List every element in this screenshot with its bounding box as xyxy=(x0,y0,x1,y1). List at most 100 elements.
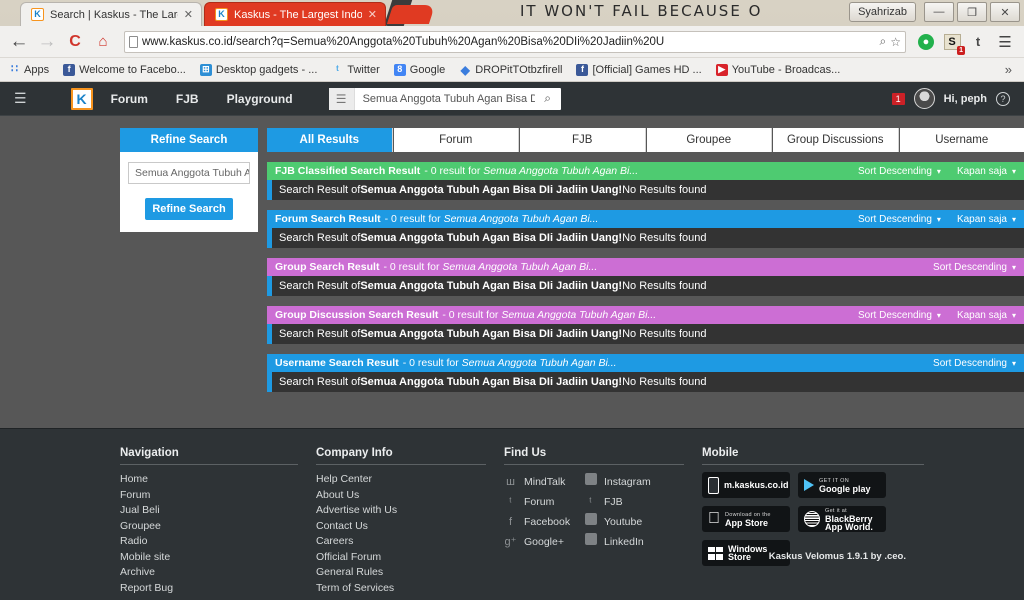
site-menu-icon[interactable]: ☰ xyxy=(14,90,27,107)
extension-s-icon[interactable]: S 1 xyxy=(942,32,965,55)
badge-large-text: App Store xyxy=(713,518,768,528)
find-us-facebook[interactable]: f Facebook xyxy=(504,512,584,532)
badge-google-play[interactable]: GET IT ON Google play xyxy=(798,472,886,498)
tab-all-results[interactable]: All Results xyxy=(267,128,393,152)
find-us-fjb[interactable]: ᵗ FJB xyxy=(584,492,664,512)
sort-dropdown[interactable]: Sort Descending ▾ xyxy=(933,262,1016,273)
footer-heading-find-us: Find Us xyxy=(504,447,684,465)
bookmark-desktop-gadgets[interactable]: ⊞ Desktop gadgets - ... xyxy=(199,63,317,76)
tab-username[interactable]: Username xyxy=(899,128,1024,152)
user-greeting[interactable]: Hi, peph xyxy=(944,93,987,105)
footer-link-careers[interactable]: Careers xyxy=(316,534,504,550)
maximize-button[interactable]: ❐ xyxy=(957,2,987,22)
bookmarks-overflow-icon[interactable]: » xyxy=(1005,62,1016,77)
find-us-mindtalk[interactable]: ш MindTalk xyxy=(504,472,584,492)
extension-tumblr-icon[interactable]: t xyxy=(968,32,988,52)
tab-group-discussions[interactable]: Group Discussions xyxy=(773,128,899,152)
search-category-icon[interactable]: ☰ xyxy=(328,87,355,110)
footer-link-mobile-site[interactable]: Mobile site xyxy=(120,550,316,566)
footer-link-help-center[interactable]: Help Center xyxy=(316,472,504,488)
close-icon[interactable]: ✕ xyxy=(184,8,193,21)
footer-link-report-bug[interactable]: Report Bug xyxy=(120,581,316,597)
browser-tab-1[interactable]: K Search | Kaskus - The Larg ✕ xyxy=(20,2,202,26)
help-icon[interactable]: ? xyxy=(996,91,1010,106)
footer-link-groupee[interactable]: Groupee xyxy=(120,519,316,535)
find-us-linkedin[interactable]: LinkedIn xyxy=(584,532,664,552)
bookmark-dropit[interactable]: ◆ DROPitTOtbzfirell xyxy=(459,62,563,77)
footer-link-term-of-services[interactable]: Term of Services xyxy=(316,581,504,597)
chevron-down-icon: ▾ xyxy=(1011,166,1016,176)
site-search-input[interactable]: Semua Anggota Tubuh Agan Bisa DIi xyxy=(355,93,535,105)
refine-search-button[interactable]: Refine Search xyxy=(145,198,233,220)
tab-forum[interactable]: Forum xyxy=(393,128,519,152)
sort-dropdown[interactable]: Sort Descending ▾ xyxy=(858,166,941,177)
site-search-box[interactable]: ☰ Semua Anggota Tubuh Agan Bisa DIi ⌕ xyxy=(328,87,561,110)
back-icon[interactable]: ← xyxy=(8,31,30,53)
footer-link-radio[interactable]: Radio xyxy=(120,534,316,550)
result-body-query: Semua Anggota Tubuh Agan Bisa DIi Jadiin… xyxy=(360,232,623,244)
bookmark-twitter[interactable]: ᵗ Twitter xyxy=(331,64,380,76)
tab-fjb[interactable]: FJB xyxy=(520,128,646,152)
bookmark-google[interactable]: 8 Google xyxy=(393,63,445,76)
home-icon[interactable]: ⌂ xyxy=(92,31,114,53)
extension-green-icon[interactable]: ● xyxy=(916,32,936,52)
site-nav-playground[interactable]: Playground xyxy=(227,92,293,106)
search-icon[interactable]: ⌕ xyxy=(535,91,561,106)
footer-link-about-us[interactable]: About Us xyxy=(316,488,504,504)
googleplay-icon xyxy=(804,479,814,491)
close-button[interactable]: ✕ xyxy=(990,2,1020,22)
find-us-instagram[interactable]: Instagram xyxy=(584,472,664,492)
footer-link-contact-us[interactable]: Contact Us xyxy=(316,519,504,535)
find-us-googleplus[interactable]: g⁺ Google+ xyxy=(504,532,584,552)
find-us-youtube[interactable]: Youtube xyxy=(584,512,664,532)
footer-link-forum[interactable]: Forum xyxy=(120,488,316,504)
time-dropdown[interactable]: Kapan saja ▾ xyxy=(957,166,1016,177)
minimize-button[interactable]: — xyxy=(924,2,954,22)
bookmark-youtube[interactable]: ▶ YouTube - Broadcas... xyxy=(715,63,840,76)
new-tab-button[interactable] xyxy=(386,5,436,24)
footer-link-home[interactable]: Home xyxy=(120,472,316,488)
find-us-grid: ш MindTalk ᵗ Forum f Facebook g⁺ Google+… xyxy=(504,472,702,552)
time-dropdown[interactable]: Kapan saja ▾ xyxy=(957,310,1016,321)
find-us-forum[interactable]: ᵗ Forum xyxy=(504,492,584,512)
badge-app-store[interactable]:  Download on the App Store xyxy=(702,506,790,532)
time-dropdown[interactable]: Kapan saja ▾ xyxy=(957,214,1016,225)
bookmark-facebook[interactable]: f Welcome to Facebo... xyxy=(63,63,186,76)
browser-menu-icon[interactable]: ☰ xyxy=(994,31,1016,53)
footer-link-general-rules[interactable]: General Rules xyxy=(316,565,504,581)
kaskus-logo[interactable]: K xyxy=(70,87,93,110)
reload-icon[interactable]: C xyxy=(64,31,86,53)
bookmark-games-hd[interactable]: f [Official] Games HD ... xyxy=(576,63,702,76)
result-body-prefix: Search Result of xyxy=(279,280,361,292)
tab-groupee[interactable]: Groupee xyxy=(646,128,772,152)
chevron-down-icon: ▾ xyxy=(1011,310,1016,320)
browser-user-button[interactable]: Syahrizab xyxy=(849,2,916,22)
sort-dropdown[interactable]: Sort Descending ▾ xyxy=(933,358,1016,369)
address-bar[interactable]: www.kaskus.co.id/search?q=Semua%20Anggot… xyxy=(124,30,906,53)
browser-tab-2[interactable]: K Kaskus - The Largest Indo ✕ xyxy=(204,2,386,26)
bookmark-star-icon[interactable]: ☆ xyxy=(890,35,901,49)
footer-link-official-forum[interactable]: Official Forum xyxy=(316,550,504,566)
close-icon[interactable]: ✕ xyxy=(368,8,377,21)
site-nav-fjb[interactable]: FJB xyxy=(176,92,199,106)
windowsstore-icon xyxy=(708,546,723,560)
notification-badge[interactable]: 1 xyxy=(891,92,905,105)
footer-link-jual-beli[interactable]: Jual Beli xyxy=(120,503,316,519)
badge-blackberry-app-world[interactable]: Get it at BlackBerry App World. xyxy=(798,506,886,532)
footer-link-archive[interactable]: Archive xyxy=(120,565,316,581)
sort-dropdown[interactable]: Sort Descending ▾ xyxy=(858,214,941,225)
avatar[interactable] xyxy=(913,88,935,109)
browser-toolbar: ← → C ⌂ www.kaskus.co.id/search?q=Semua%… xyxy=(0,26,1024,58)
bookmark-apps[interactable]: ∷ Apps xyxy=(8,64,49,76)
footer-columns: Navigation Home Forum Jual Beli Groupee … xyxy=(0,429,1024,596)
site-nav-forum[interactable]: Forum xyxy=(111,92,148,106)
refine-search-input[interactable]: Semua Anggota Tubuh A xyxy=(128,162,250,184)
footer-link-advertise[interactable]: Advertise with Us xyxy=(316,503,504,519)
zoom-icon[interactable]: ⌕ xyxy=(880,34,887,49)
dropbox-icon: ◆ xyxy=(460,62,470,77)
forward-icon[interactable]: → xyxy=(36,31,58,53)
badge-m-kaskus[interactable]: m.kaskus.co.id xyxy=(702,472,790,498)
sort-dropdown-label: Sort Descending xyxy=(933,261,1007,273)
result-block-fjb: FJB Classified Search Result - 0 result … xyxy=(267,162,1024,200)
sort-dropdown[interactable]: Sort Descending ▾ xyxy=(858,310,941,321)
